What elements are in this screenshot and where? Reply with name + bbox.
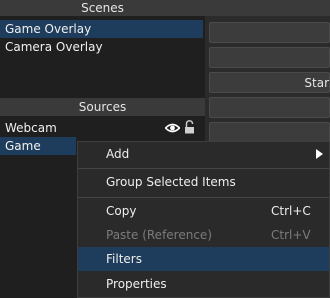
chevron-right-icon	[316, 149, 323, 159]
scene-item-camera-overlay[interactable]: Camera Overlay	[0, 38, 203, 56]
source-item-webcam[interactable]: Webcam	[0, 119, 203, 137]
menu-item-copy-label: Copy	[106, 204, 137, 218]
menu-item-group-selected[interactable]: Group Selected Items	[78, 170, 329, 194]
start-button-label: Star	[304, 76, 329, 90]
scenes-header: Scenes	[0, 0, 205, 16]
scene-item-game-overlay[interactable]: Game Overlay	[0, 20, 203, 38]
control-button-2[interactable]	[209, 47, 330, 68]
controls-header	[205, 0, 330, 16]
context-menu: Add Group Selected Items Copy Ctrl+C Pas…	[77, 141, 330, 298]
control-button-1[interactable]	[209, 22, 330, 43]
scenes-list[interactable]: Game Overlay Camera Overlay	[0, 16, 205, 96]
sources-header: Sources	[0, 98, 205, 116]
eye-icon[interactable]	[165, 122, 180, 134]
control-button-4[interactable]	[209, 97, 330, 118]
menu-item-properties[interactable]: Properties	[78, 272, 329, 296]
paste-shortcut: Ctrl+V	[271, 228, 311, 242]
source-label-webcam: Webcam	[5, 121, 57, 135]
obs-window: Scenes Game Overlay Camera Overlay Sourc…	[0, 0, 330, 298]
menu-item-filters[interactable]: Filters	[78, 247, 329, 271]
menu-item-copy[interactable]: Copy Ctrl+C	[78, 199, 329, 223]
lock-icon[interactable]	[184, 120, 195, 134]
menu-item-paste-reference: Paste (Reference) Ctrl+V	[78, 223, 329, 247]
source-item-game[interactable]: Game	[0, 137, 76, 155]
menu-item-add[interactable]: Add	[78, 142, 329, 166]
control-button-5[interactable]	[209, 122, 330, 143]
menu-item-add-label: Add	[106, 147, 130, 161]
menu-separator	[78, 168, 329, 169]
copy-shortcut: Ctrl+C	[271, 204, 311, 218]
menu-item-paste-label: Paste (Reference)	[106, 228, 212, 242]
menu-separator	[78, 197, 329, 198]
start-button[interactable]: Star	[209, 72, 330, 93]
